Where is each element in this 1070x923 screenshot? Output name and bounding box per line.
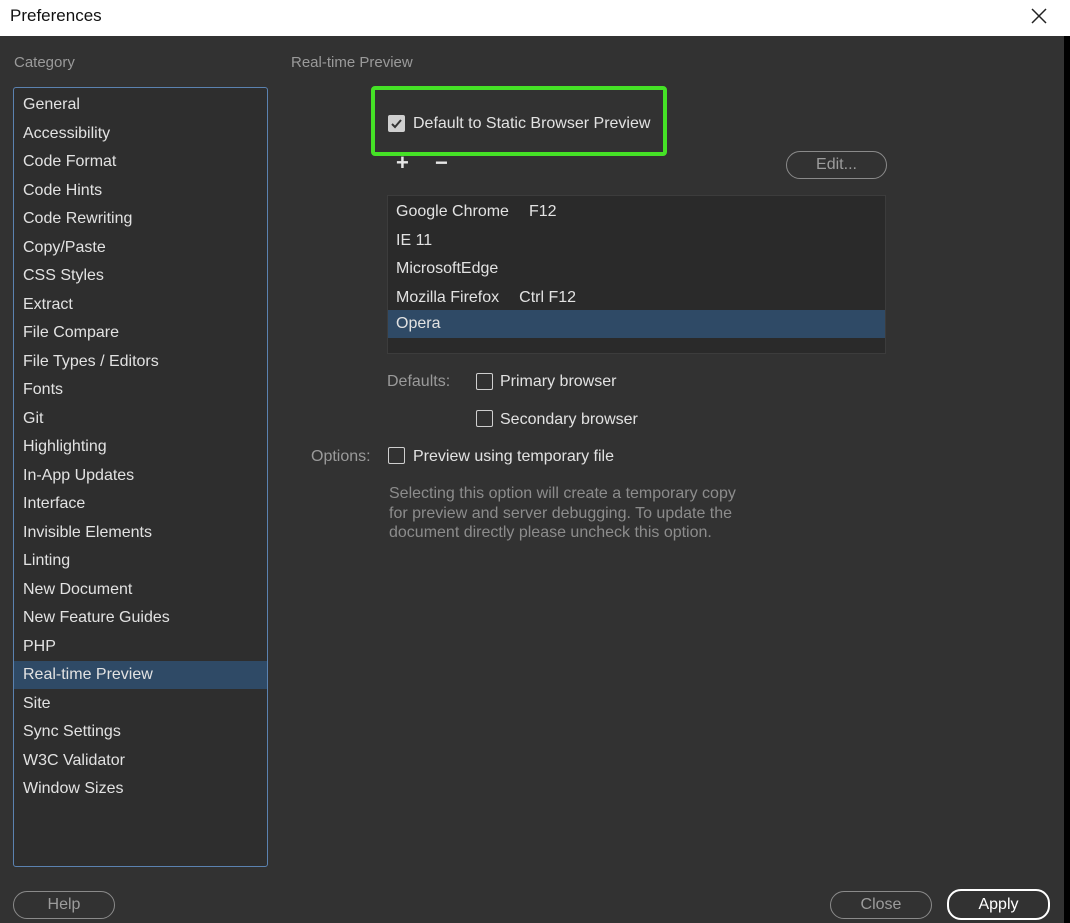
browser-item-opera[interactable]: Opera: [388, 310, 885, 338]
browser-name: Mozilla Firefox: [396, 288, 500, 306]
browser-name: Opera: [396, 315, 441, 332]
category-item-linting[interactable]: Linting: [14, 547, 267, 575]
category-item-css-styles[interactable]: CSS Styles: [14, 262, 267, 290]
browser-name: Google Chrome: [396, 203, 509, 220]
static-preview-label: Default to Static Browser Preview: [413, 115, 651, 132]
category-item-code-rewriting[interactable]: Code Rewriting: [14, 205, 267, 233]
category-item-highlighting[interactable]: Highlighting: [14, 433, 267, 461]
edit-button[interactable]: Edit...: [786, 151, 887, 179]
category-item-code-format[interactable]: Code Format: [14, 148, 267, 176]
category-item-copy-paste[interactable]: Copy/Paste: [14, 234, 267, 262]
temp-file-checkbox[interactable]: [388, 447, 405, 464]
description-line: document directly please uncheck this op…: [389, 524, 712, 541]
category-list[interactable]: General Accessibility Code Format Code H…: [13, 87, 268, 867]
category-item-in-app-updates[interactable]: In-App Updates: [14, 462, 267, 490]
defaults-label: Defaults:: [387, 373, 451, 390]
category-item-extract[interactable]: Extract: [14, 291, 267, 319]
category-item-sync-settings[interactable]: Sync Settings: [14, 718, 267, 746]
browser-shortcut: Ctrl F12: [519, 288, 577, 306]
options-label: Options:: [311, 448, 371, 465]
category-item-invisible-elements[interactable]: Invisible Elements: [14, 519, 267, 547]
browser-item-mozilla-firefox[interactable]: Mozilla Firefox Ctrl F12: [388, 284, 885, 312]
static-preview-checkbox[interactable]: [388, 115, 405, 132]
window-title: Preferences: [10, 6, 102, 25]
close-icon[interactable]: [1027, 4, 1051, 28]
browser-name: MicrosoftEdge: [396, 260, 499, 277]
category-item-interface[interactable]: Interface: [14, 490, 267, 518]
category-item-git[interactable]: Git: [14, 405, 267, 433]
browser-name: IE 11: [396, 231, 433, 249]
primary-browser-label: Primary browser: [500, 373, 617, 390]
category-item-new-feature-guides[interactable]: New Feature Guides: [14, 604, 267, 632]
category-item-accessibility[interactable]: Accessibility: [14, 120, 267, 148]
category-item-real-time-preview[interactable]: Real-time Preview: [14, 661, 267, 689]
category-item-code-hints[interactable]: Code Hints: [14, 177, 267, 205]
category-item-file-compare[interactable]: File Compare: [14, 319, 267, 347]
category-item-window-sizes[interactable]: Window Sizes: [14, 775, 267, 803]
category-item-w3c-validator[interactable]: W3C Validator: [14, 747, 267, 775]
close-button[interactable]: Close: [830, 891, 932, 919]
browser-list[interactable]: Google Chrome F12 IE 11 MicrosoftEdge Moz…: [387, 195, 886, 354]
temp-file-label: Preview using temporary file: [413, 448, 614, 465]
description-line: Selecting this option will create a temp…: [389, 485, 736, 502]
option-description: Selecting this option will create a temp…: [389, 484, 779, 543]
title-bar: Preferences: [0, 0, 1070, 36]
section-title: Real-time Preview: [291, 54, 413, 71]
window-edge: [1064, 36, 1070, 923]
category-item-file-types-editors[interactable]: File Types / Editors: [14, 348, 267, 376]
checkmark-icon: [391, 119, 402, 129]
browser-item-ie-11[interactable]: IE 11: [388, 227, 885, 255]
category-item-general[interactable]: General: [14, 91, 267, 119]
help-button[interactable]: Help: [13, 891, 115, 919]
category-item-php[interactable]: PHP: [14, 633, 267, 661]
apply-button[interactable]: Apply: [947, 889, 1050, 920]
description-line: for preview and server debugging. To upd…: [389, 504, 733, 522]
browser-shortcut: F12: [528, 203, 557, 220]
primary-browser-checkbox[interactable]: [476, 373, 493, 390]
category-item-site[interactable]: Site: [14, 690, 267, 718]
add-browser-button[interactable]: +: [396, 150, 409, 176]
category-item-new-document[interactable]: New Document: [14, 576, 267, 604]
browser-item-microsoft-edge[interactable]: MicrosoftEdge: [388, 255, 885, 283]
browser-item-google-chrome[interactable]: Google Chrome F12: [388, 198, 885, 226]
secondary-browser-checkbox[interactable]: [476, 410, 493, 427]
secondary-browser-label: Secondary browser: [500, 411, 638, 428]
remove-browser-button[interactable]: −: [435, 150, 448, 176]
category-item-fonts[interactable]: Fonts: [14, 376, 267, 404]
category-heading: Category: [14, 54, 75, 71]
